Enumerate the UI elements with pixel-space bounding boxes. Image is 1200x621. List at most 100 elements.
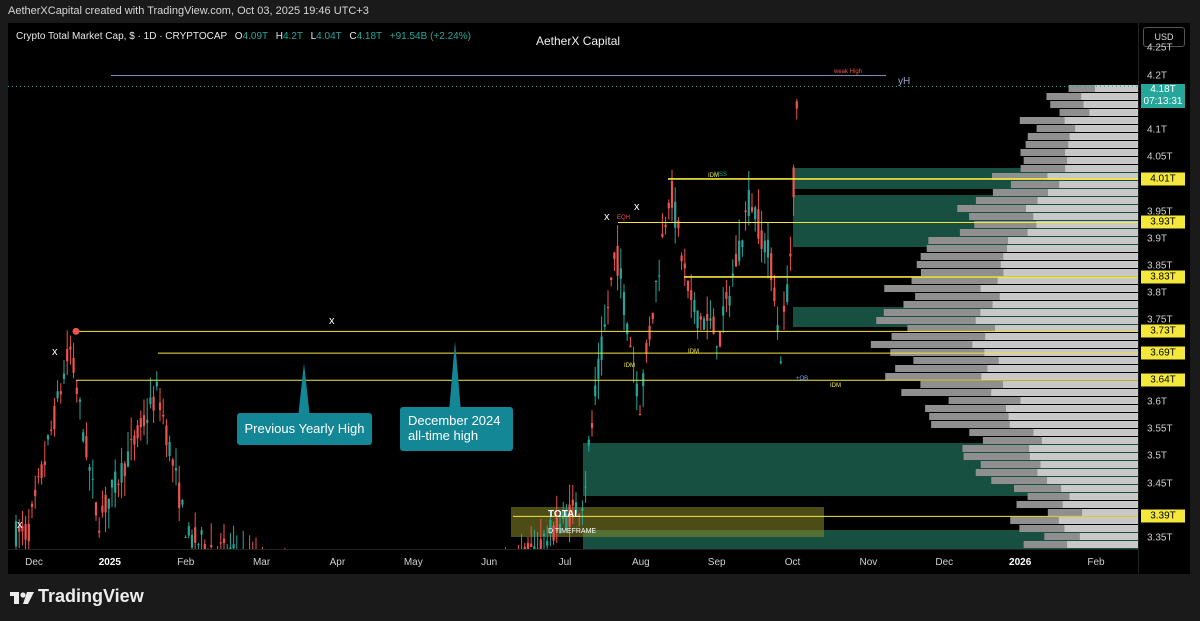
volume-profile-bar-inner xyxy=(1083,101,1138,108)
volume-profile-bar-inner xyxy=(1003,381,1138,388)
candle-body xyxy=(786,284,789,303)
volume-profile-bar-inner xyxy=(1029,453,1138,460)
volume-profile-bar-inner xyxy=(1064,525,1138,532)
tradingview-footer[interactable]: TradingView xyxy=(10,586,144,607)
candle-body xyxy=(62,373,66,379)
last-price: 4.18T xyxy=(1150,84,1176,95)
candle-body xyxy=(197,544,200,546)
price-tick-label: 4.1T xyxy=(1147,124,1168,136)
candle-body xyxy=(72,358,75,373)
candle-body xyxy=(174,468,178,471)
volume-profile-bar-inner xyxy=(1047,477,1138,484)
price-axis[interactable]: USD 4.25T 4.2T 4.1T 4.05T 3.95T 3.9T 3.85T 3.8T… xyxy=(1138,23,1190,574)
time-tick-label: Dec xyxy=(25,557,43,568)
high-key: H xyxy=(275,31,283,42)
open-key: O xyxy=(234,31,243,42)
tradingview-logo-icon xyxy=(10,592,34,604)
candle-body xyxy=(686,280,690,291)
price-chart[interactable] xyxy=(8,23,1138,549)
volume-profile-bar-inner xyxy=(1003,269,1138,276)
price-level-badge: 3.69T xyxy=(1141,346,1185,360)
volume-profile-bar-inner xyxy=(1064,117,1138,124)
volume-profile-bar-inner xyxy=(1037,197,1138,204)
candle-body xyxy=(34,489,37,497)
price-level-badge: 3.64T xyxy=(1141,373,1185,387)
candle-body xyxy=(171,459,174,466)
candle-body xyxy=(546,540,549,546)
candle-body xyxy=(37,476,40,478)
candle-body xyxy=(94,502,98,516)
idm-label: IDM xyxy=(708,173,719,179)
time-tick-label: Mar xyxy=(252,557,271,568)
candle-body xyxy=(754,207,757,220)
candle-body xyxy=(56,391,59,399)
callout-text: Previous Yearly High xyxy=(244,421,365,436)
time-tick-label: 2025 xyxy=(98,557,121,568)
last-price-badge: 4.18T 07:13:31 xyxy=(1141,84,1185,108)
candle-body xyxy=(683,263,686,269)
volume-profile-bar-inner xyxy=(1027,229,1138,236)
open-value: 4.09T xyxy=(242,31,268,42)
symbol-label[interactable]: Crypto Total Market Cap, $ · 1D · CRYPTO… xyxy=(16,31,227,42)
candle-body xyxy=(66,349,69,362)
candle-body xyxy=(46,435,50,440)
candle-body xyxy=(581,508,584,511)
time-tick-label: Feb xyxy=(1087,557,1105,568)
price-tick-label: 3.45T xyxy=(1147,478,1173,490)
candle-body xyxy=(638,413,642,415)
bar-countdown: 07:13:31 xyxy=(1143,96,1183,107)
price-level-badge: 4.01T xyxy=(1141,172,1185,186)
swing-x-marker: x xyxy=(604,211,610,223)
volume-profile-bar-inner xyxy=(1033,429,1138,436)
candle-body xyxy=(542,533,546,537)
close-key: C xyxy=(349,31,357,42)
candle-body xyxy=(722,306,725,316)
footer-brand: TradingView xyxy=(38,586,144,606)
volume-profile-bar-inner xyxy=(1040,461,1138,468)
time-tick-label: Jun xyxy=(481,557,498,568)
candle-body xyxy=(741,240,744,248)
volume-profile-bar-inner xyxy=(1037,469,1138,476)
candle-body xyxy=(654,280,658,282)
candle-body xyxy=(222,538,226,543)
plot-area[interactable]: Crypto Total Market Cap, $ · 1D · CRYPTO… xyxy=(8,23,1138,549)
yearly-high-label: yH xyxy=(898,76,911,87)
time-tick-label: Oct xyxy=(784,557,801,568)
volume-profile-bar-inner xyxy=(987,365,1138,372)
candle-body xyxy=(59,391,62,395)
candle-body xyxy=(718,331,722,347)
candle-body xyxy=(603,324,606,327)
candle-body xyxy=(165,425,168,446)
candle-body xyxy=(670,180,674,208)
price-tick-label: 4.05T xyxy=(1147,151,1173,163)
candle-body xyxy=(142,415,146,427)
total-box-title: TOTAL xyxy=(548,509,581,520)
price-tick-label: 3.8T xyxy=(1147,287,1168,299)
time-tick-label: Dec xyxy=(935,557,954,568)
candle-body xyxy=(658,275,661,277)
candle-body xyxy=(635,383,638,397)
volume-profile-bar-inner xyxy=(997,277,1138,284)
snapshot-caption: AetherXCapital created with TradingView.… xyxy=(8,5,369,17)
volume-profile-bar-inner xyxy=(975,317,1138,324)
time-tick-label: Aug xyxy=(631,557,650,568)
price-level-badge: 3.83T xyxy=(1141,270,1185,284)
candle-body xyxy=(139,418,142,428)
volume-profile-bar-inner xyxy=(1067,157,1138,164)
candle-body xyxy=(190,534,194,548)
chart-frame[interactable]: Crypto Total Market Cap, $ · 1D · CRYPTO… xyxy=(8,23,1190,574)
time-tick-label: Apr xyxy=(329,557,346,568)
volume-profile-bar-inner xyxy=(1020,397,1138,404)
candle-body xyxy=(619,268,622,279)
candle-body xyxy=(779,361,782,364)
price-level-badge: 3.73T xyxy=(1141,324,1185,338)
volume-profile-bar-inner xyxy=(985,333,1138,340)
time-tick-label: Feb xyxy=(177,557,195,568)
candle-body xyxy=(693,300,696,313)
candle-body xyxy=(763,240,766,253)
candle-body xyxy=(597,358,600,379)
volume-profile-bar-inner xyxy=(1008,237,1138,244)
time-axis[interactable]: Dec 2025 Feb Mar Apr May Jun Jul Aug Sep Oct Nov Dec… xyxy=(8,549,1138,574)
candle-body xyxy=(664,224,667,228)
candle-body xyxy=(715,346,718,348)
